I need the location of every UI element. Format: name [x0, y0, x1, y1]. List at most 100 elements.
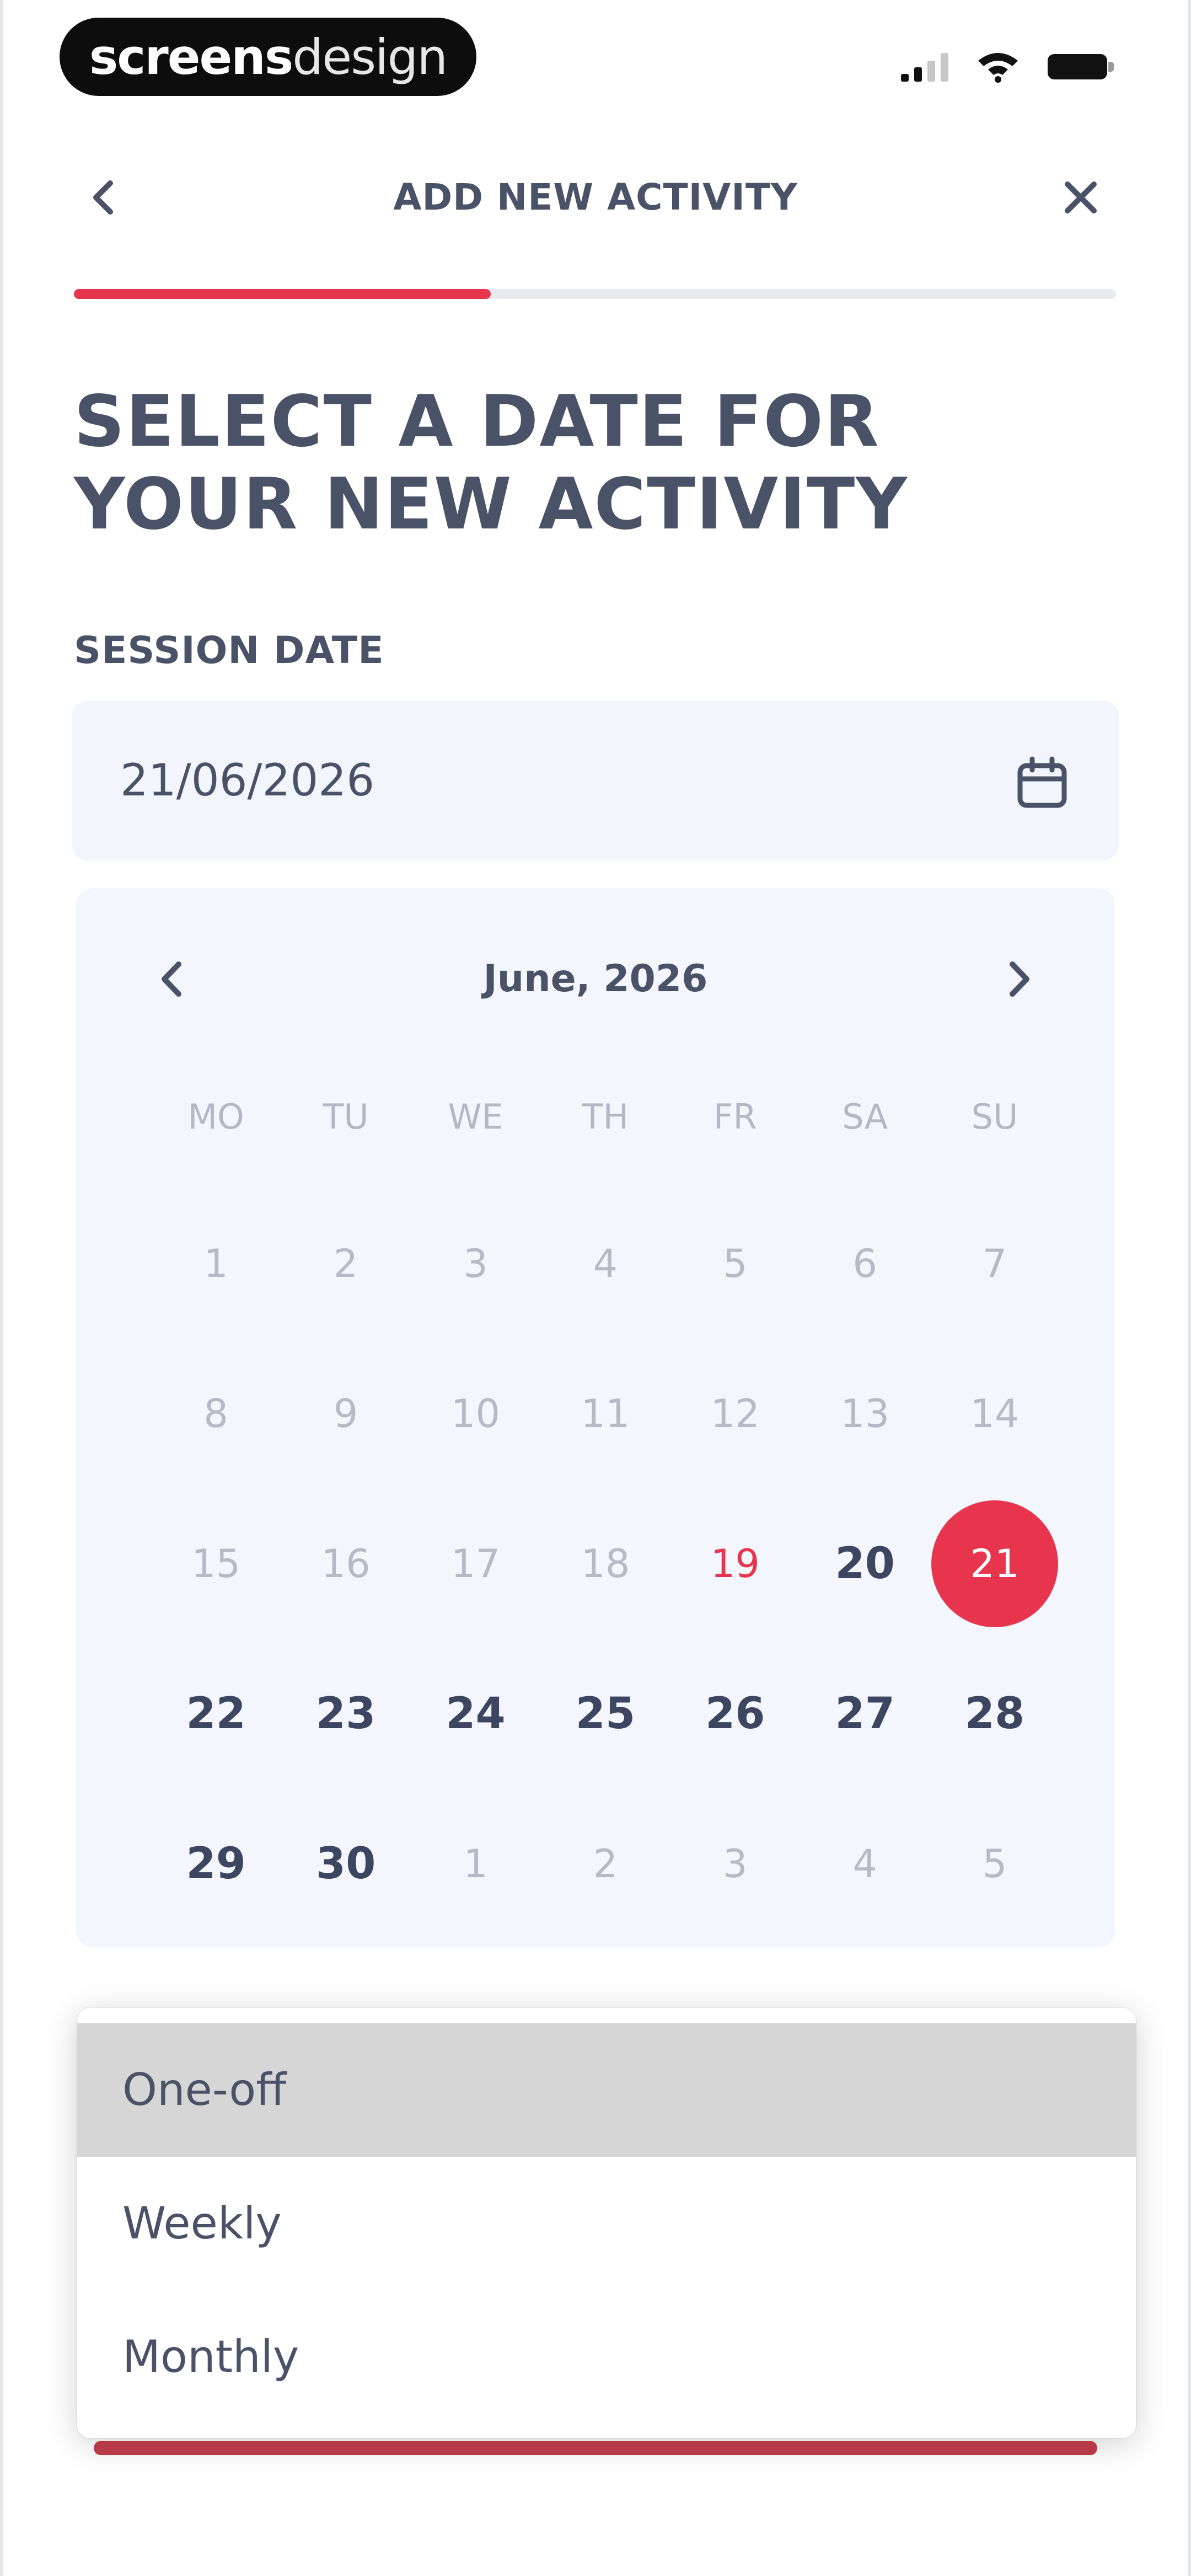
calendar-day[interactable]: 4 — [540, 1189, 670, 1339]
weekday-label: SU — [971, 1097, 1018, 1137]
device-edge-left — [0, 0, 3, 2576]
calendar-day[interactable]: 3 — [670, 1789, 800, 1939]
calendar-day-label: 4 — [852, 1841, 877, 1886]
dropdown-option-monthly[interactable]: Monthly — [77, 2290, 1136, 2424]
calendar-day[interactable]: 12 — [670, 1339, 800, 1489]
brand-watermark: screens design — [60, 18, 476, 96]
header-title: ADD NEW ACTIVITY — [393, 176, 798, 218]
calendar-day[interactable]: 14 — [930, 1339, 1059, 1489]
battery-icon — [1048, 51, 1114, 82]
continue-button-edge[interactable] — [94, 2441, 1097, 2455]
calendar-day[interactable]: 8 — [151, 1339, 281, 1489]
signal-icon — [901, 51, 948, 82]
calendar-days-grid: 1 2 3 4 5 6 7 8 9 10 11 12 13 14 15 16 17 18 19 20 21 22 23 24 2… — [151, 1189, 1060, 1939]
calendar-day[interactable]: 1 — [151, 1189, 281, 1339]
weekday-label: WE — [448, 1097, 503, 1137]
brand-text-bold: screens — [89, 28, 293, 85]
page-title: SELECT A DATE FOR YOUR NEW ACTIVITY — [74, 381, 908, 546]
calendar-day-label: 23 — [315, 1689, 376, 1739]
calendar-day-label: 30 — [315, 1839, 376, 1889]
calendar-day-label: 13 — [840, 1391, 890, 1436]
session-date-field[interactable]: 21/06/2026 — [72, 701, 1119, 861]
calendar-day-label: 22 — [186, 1689, 246, 1739]
calendar-day-label: 3 — [463, 1241, 488, 1286]
session-date-label: SESSION DATE — [74, 629, 384, 672]
calendar-day[interactable]: 16 — [281, 1489, 410, 1639]
calendar-day-label: 1 — [463, 1841, 488, 1886]
weekday-label: TU — [323, 1097, 369, 1137]
calendar-day[interactable]: 2 — [281, 1189, 410, 1339]
calendar-day-label: 6 — [852, 1241, 877, 1286]
calendar-day-label: 19 — [710, 1541, 760, 1586]
calendar-day[interactable]: 1 — [411, 1789, 540, 1939]
calendar-day-label: 5 — [722, 1241, 748, 1286]
previous-month-button[interactable] — [148, 954, 197, 1004]
chevron-left-icon[interactable] — [83, 175, 127, 220]
calendar-day-label: 27 — [835, 1689, 895, 1739]
calendar-day-label: 2 — [593, 1841, 618, 1886]
calendar-day[interactable]: 20 — [800, 1489, 930, 1639]
calendar-day-label: 21 — [931, 1500, 1059, 1627]
calendar-day-label: 5 — [982, 1841, 1007, 1886]
calendar-day-label: 26 — [705, 1689, 765, 1739]
calendar-day[interactable]: 11 — [540, 1339, 670, 1489]
date-picker-calendar: June, 2026 MO TU WE TH FR SA SU 1 2 3 4 5 6 7 8 9 10 11 1… — [76, 888, 1115, 1947]
calendar-day[interactable]: 22 — [151, 1639, 281, 1789]
calendar-day[interactable]: 29 — [151, 1789, 281, 1939]
wifi-icon — [978, 53, 1018, 83]
progress-bar — [74, 289, 1116, 299]
calendar-day[interactable]: 5 — [670, 1189, 800, 1339]
calendar-day[interactable]: 19 — [670, 1489, 800, 1639]
calendar-day[interactable]: 27 — [800, 1639, 930, 1789]
calendar-day[interactable]: 6 — [800, 1189, 930, 1339]
calendar-day[interactable]: 13 — [800, 1339, 930, 1489]
weekday-label: SA — [842, 1097, 888, 1137]
calendar-day[interactable]: 5 — [930, 1789, 1059, 1939]
frequency-dropdown: One-off Weekly Monthly — [77, 2008, 1136, 2438]
calendar-icon[interactable] — [1015, 756, 1070, 811]
dropdown-option-weekly[interactable]: Weekly — [77, 2157, 1136, 2290]
weekday-label: MO — [187, 1097, 244, 1137]
calendar-day-label: 7 — [982, 1241, 1007, 1286]
weekday-label: TH — [582, 1097, 629, 1137]
calendar-day[interactable]: 26 — [670, 1639, 800, 1789]
dropdown-option-one-off[interactable]: One-off — [77, 2023, 1136, 2157]
calendar-day[interactable]: 23 — [281, 1639, 410, 1789]
calendar-day-label: 9 — [333, 1391, 358, 1436]
calendar-day-selected[interactable]: 21 — [930, 1489, 1059, 1639]
calendar-day[interactable]: 10 — [411, 1339, 540, 1489]
calendar-day-label: 14 — [970, 1391, 1020, 1436]
calendar-day-label: 2 — [333, 1241, 358, 1286]
calendar-day[interactable]: 28 — [930, 1639, 1059, 1789]
calendar-day[interactable]: 25 — [540, 1639, 670, 1789]
calendar-day-label: 15 — [191, 1541, 241, 1586]
calendar-day-label: 29 — [186, 1839, 246, 1889]
calendar-day[interactable]: 7 — [930, 1189, 1059, 1339]
calendar-day-label: 12 — [710, 1391, 760, 1436]
weekday-header: MO TU WE TH FR SA SU — [151, 1098, 1060, 1136]
add-activity-screen: screens design ADD NEW ACTIVITY SELECT A … — [0, 0, 1191, 2576]
calendar-day[interactable]: 3 — [411, 1189, 540, 1339]
progress-bar-fill — [74, 289, 491, 299]
calendar-day[interactable]: 24 — [411, 1639, 540, 1789]
session-date-value: 21/06/2026 — [120, 755, 375, 806]
calendar-day-label: 10 — [450, 1391, 500, 1436]
calendar-day-label: 28 — [964, 1689, 1025, 1739]
calendar-day[interactable]: 30 — [281, 1789, 410, 1939]
calendar-day-label: 1 — [203, 1241, 228, 1286]
calendar-day[interactable]: 17 — [411, 1489, 540, 1639]
calendar-day[interactable]: 2 — [540, 1789, 670, 1939]
brand-text-light: design — [292, 28, 448, 85]
status-icons — [901, 50, 1114, 83]
calendar-day-label: 20 — [835, 1539, 895, 1589]
device-edge-right — [1188, 0, 1191, 2576]
calendar-day[interactable]: 4 — [800, 1789, 930, 1939]
calendar-day-label: 11 — [581, 1391, 630, 1436]
calendar-day[interactable]: 18 — [540, 1489, 670, 1639]
calendar-day[interactable]: 9 — [281, 1339, 410, 1489]
calendar-day-label: 16 — [321, 1541, 371, 1586]
weekday-label: FR — [713, 1097, 757, 1137]
calendar-day[interactable]: 15 — [151, 1489, 281, 1639]
close-icon[interactable] — [1059, 175, 1103, 220]
next-month-button[interactable] — [994, 954, 1043, 1004]
